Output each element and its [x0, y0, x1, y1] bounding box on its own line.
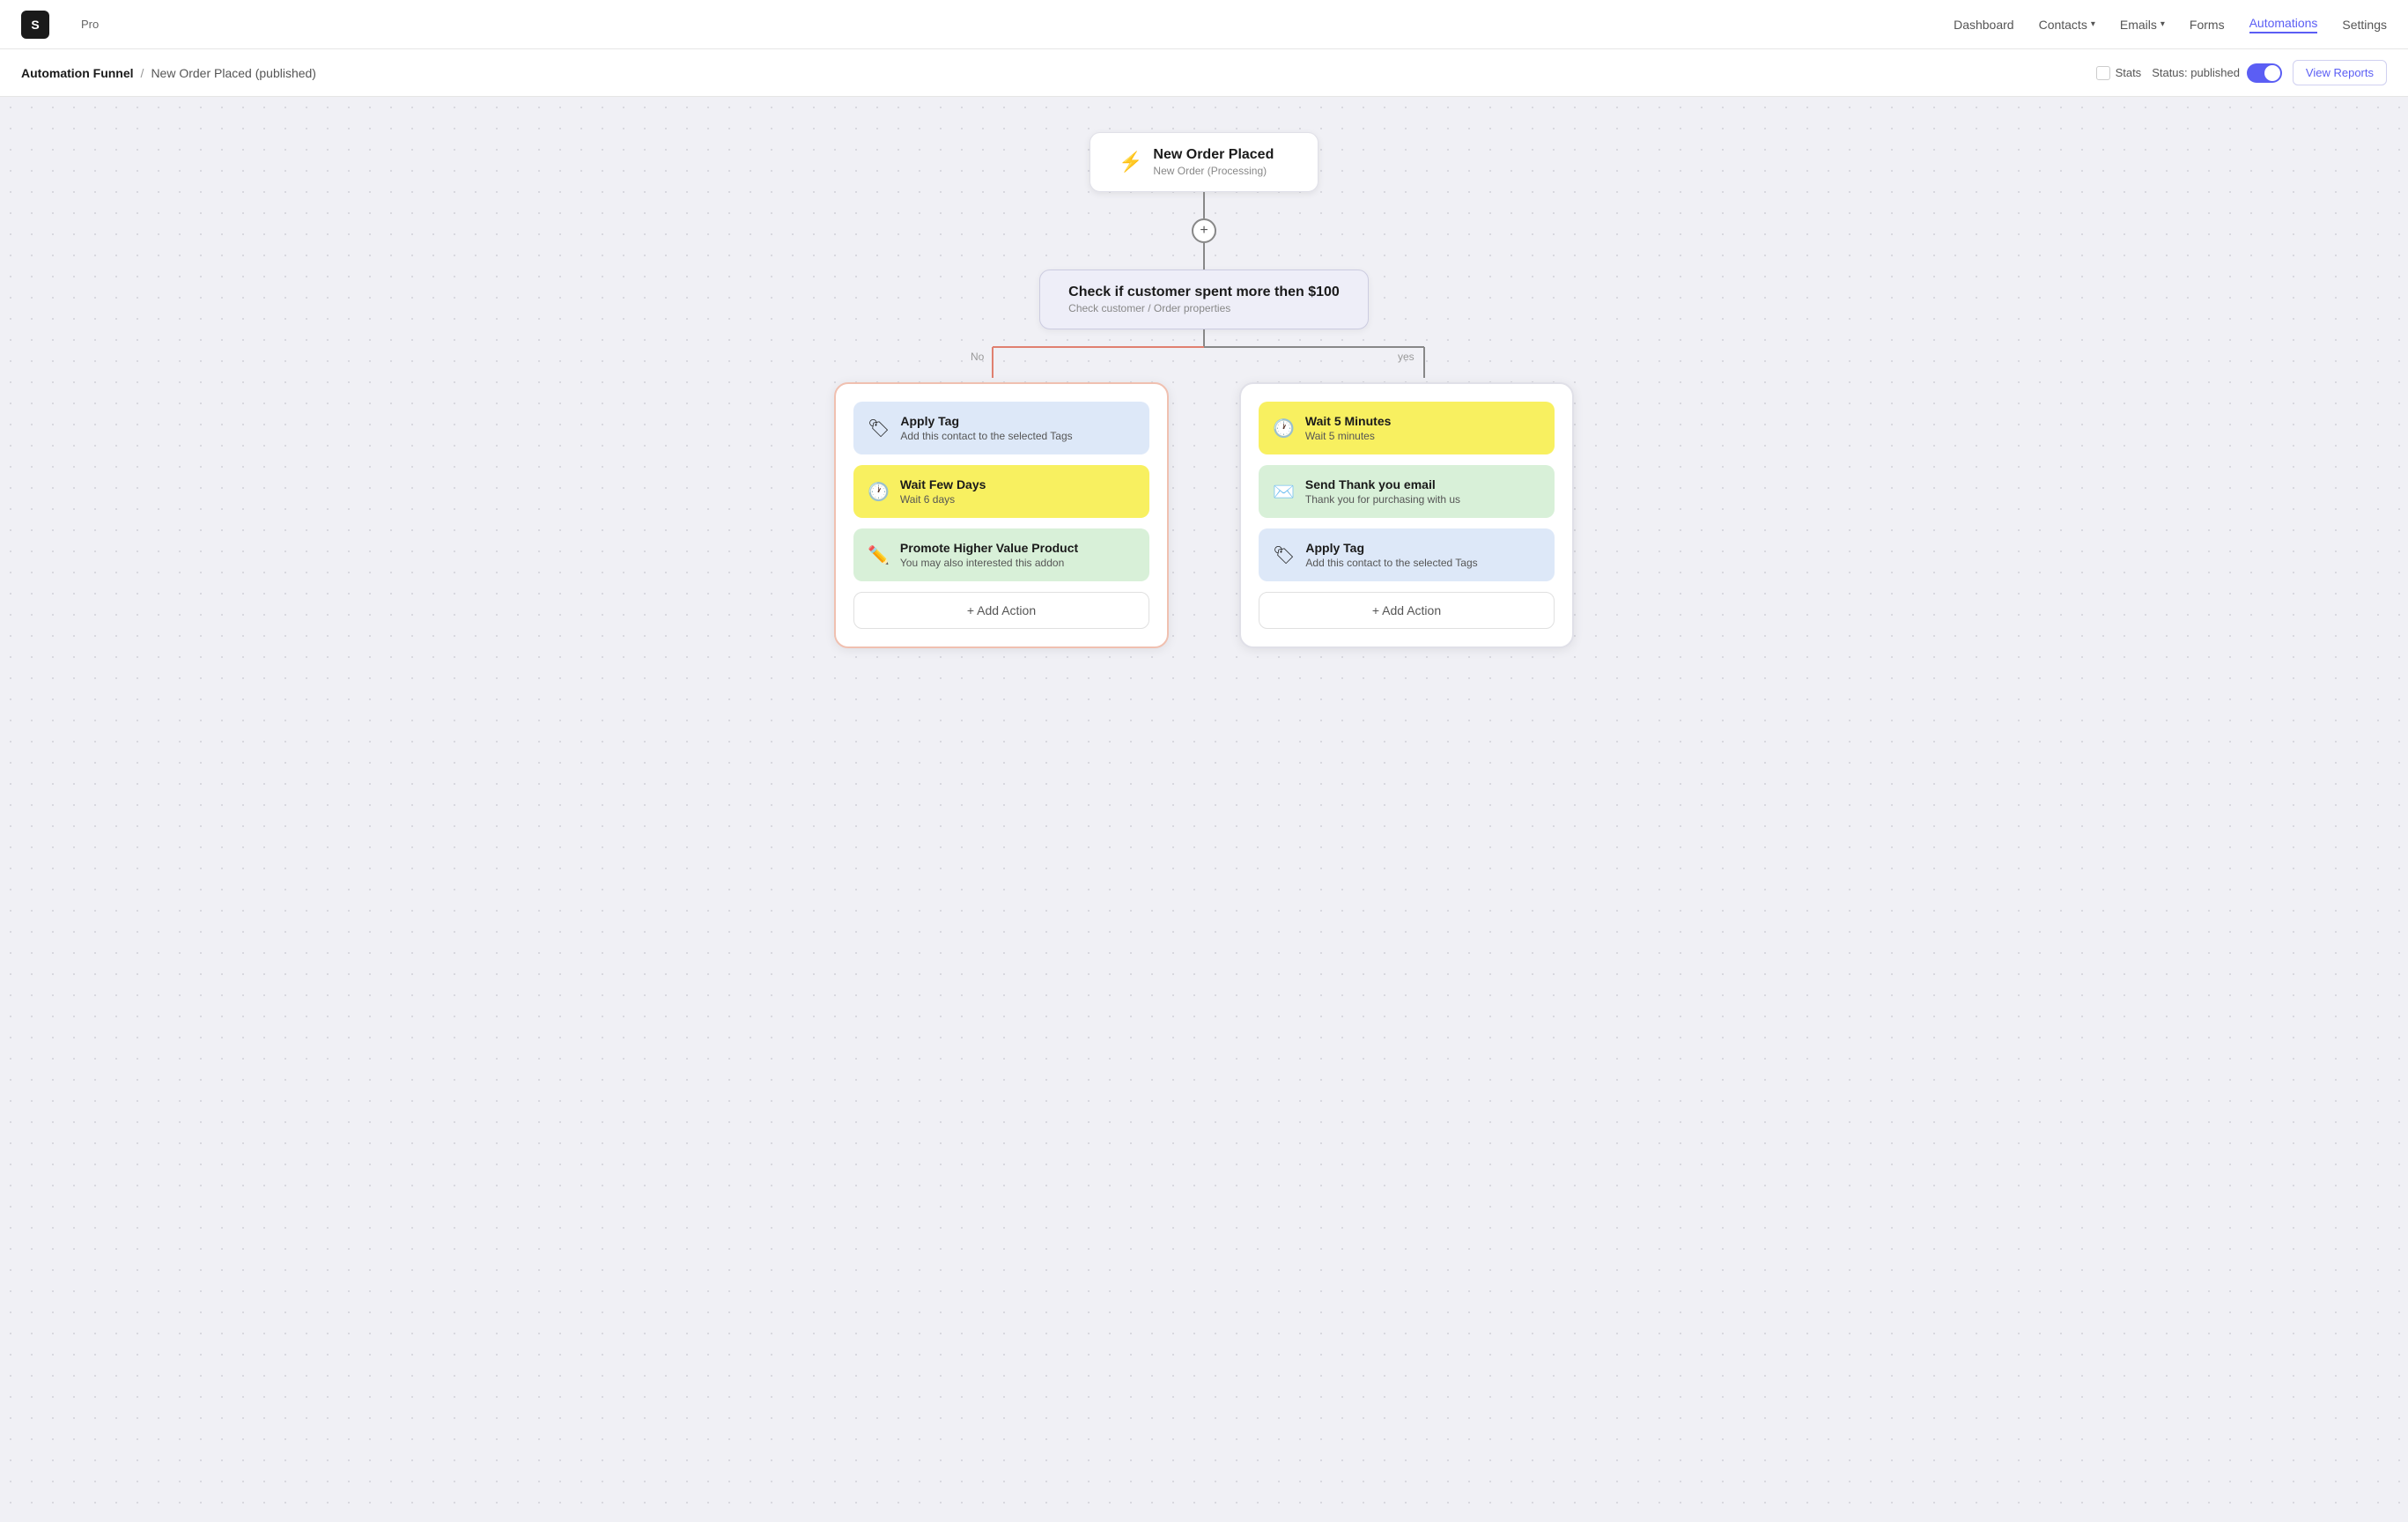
action-subtitle-thankyou-right: Thank you for purchasing with us — [1305, 493, 1460, 506]
logo-text: S — [31, 18, 39, 32]
branch-no-label: No — [971, 351, 984, 363]
action-card-content-2: Wait Few Days Wait 6 days — [900, 477, 986, 506]
branch-connection-area: No yes — [808, 329, 1600, 382]
breadcrumb-separator: / — [141, 66, 144, 80]
app-logo[interactable]: S — [21, 11, 49, 39]
connector-line-2 — [1203, 243, 1205, 270]
action-card-wait5-right[interactable]: 🕐 Wait 5 Minutes Wait 5 minutes — [1259, 402, 1555, 454]
action-subtitle-promote-left: You may also interested this addon — [900, 557, 1078, 569]
action-title-apply-tag-left: Apply Tag — [900, 414, 1072, 428]
condition-subtitle: Check customer / Order properties — [1068, 302, 1340, 314]
action-title-promote-left: Promote Higher Value Product — [900, 541, 1078, 555]
top-navigation: S Pro Dashboard Contacts ▾ Emails ▾ Form… — [0, 0, 2408, 49]
condition-node[interactable]: Check if customer spent more then $100 C… — [1039, 270, 1369, 329]
trigger-node-content: New Order Placed New Order (Processing) — [1153, 147, 1274, 177]
add-action-button-right[interactable]: + Add Action — [1259, 592, 1555, 629]
branches-row: 🏷 Apply Tag Add this contact to the sele… — [18, 382, 2390, 648]
action-card-thankyou-right[interactable]: ✉️ Send Thank you email Thank you for pu… — [1259, 465, 1555, 518]
nav-forms[interactable]: Forms — [2190, 18, 2225, 32]
action-card-content: Apply Tag Add this contact to the select… — [900, 414, 1072, 442]
action-card-apply-tag-right[interactable]: 🏷 Apply Tag Add this contact to the sele… — [1259, 528, 1555, 581]
breadcrumb-bar: Automation Funnel / New Order Placed (pu… — [0, 49, 2408, 97]
trigger-icon: ⚡ — [1119, 151, 1142, 174]
view-reports-button[interactable]: View Reports — [2293, 60, 2387, 85]
trigger-subtitle: New Order (Processing) — [1153, 165, 1274, 177]
stats-label: Stats — [2116, 66, 2142, 79]
action-subtitle-wait5-right: Wait 5 minutes — [1305, 430, 1392, 442]
action-card-wait-days-left[interactable]: 🕐 Wait Few Days Wait 6 days — [853, 465, 1149, 518]
automation-canvas: ⚡ New Order Placed New Order (Processing… — [0, 97, 2408, 1522]
nav-dashboard[interactable]: Dashboard — [1954, 18, 2014, 32]
action-card-content-3: Promote Higher Value Product You may als… — [900, 541, 1078, 569]
action-card-promote-left[interactable]: ✏️ Promote Higher Value Product You may … — [853, 528, 1149, 581]
breadcrumb-current: New Order Placed (published) — [151, 66, 316, 80]
breadcrumb-root[interactable]: Automation Funnel — [21, 66, 134, 80]
nav-contacts[interactable]: Contacts ▾ — [2039, 18, 2095, 32]
branch-lines-svg — [808, 329, 1600, 382]
status-wrapper: Status: published — [2152, 63, 2282, 83]
nav-links: Dashboard Contacts ▾ Emails ▾ Forms Auto… — [1954, 16, 2387, 33]
stats-toggle-wrapper: Stats — [2096, 66, 2142, 80]
wait5-icon-right: 🕐 — [1273, 417, 1295, 440]
thankyou-icon-right: ✉️ — [1273, 481, 1295, 503]
apply-tag-icon-right: 🏷 — [1273, 544, 1295, 566]
promote-icon-left: ✏️ — [868, 544, 890, 566]
action-card-content-r3: Apply Tag Add this contact to the select… — [1305, 541, 1477, 569]
nav-automations[interactable]: Automations — [2249, 16, 2318, 33]
pro-label: Pro — [81, 18, 99, 31]
connector-line-1 — [1203, 192, 1205, 218]
breadcrumb-actions: Stats Status: published View Reports — [2096, 60, 2387, 85]
stats-checkbox[interactable] — [2096, 66, 2110, 80]
add-step-button-1[interactable]: + — [1192, 218, 1216, 243]
action-subtitle-wait-days-left: Wait 6 days — [900, 493, 986, 506]
left-branch-panel: 🏷 Apply Tag Add this contact to the sele… — [834, 382, 1169, 648]
apply-tag-icon-left: 🏷 — [868, 417, 890, 440]
contacts-chevron-icon: ▾ — [2091, 19, 2095, 29]
condition-title: Check if customer spent more then $100 — [1068, 284, 1340, 300]
action-card-content-r2: Send Thank you email Thank you for purch… — [1305, 477, 1460, 506]
nav-emails[interactable]: Emails ▾ — [2120, 18, 2165, 32]
condition-node-content: Check if customer spent more then $100 C… — [1068, 284, 1340, 314]
action-card-apply-tag-left[interactable]: 🏷 Apply Tag Add this contact to the sele… — [853, 402, 1149, 454]
action-subtitle-apply-tag-right: Add this contact to the selected Tags — [1305, 557, 1477, 569]
action-title-apply-tag-right: Apply Tag — [1305, 541, 1477, 555]
action-title-wait-days-left: Wait Few Days — [900, 477, 986, 491]
breadcrumb: Automation Funnel / New Order Placed (pu… — [21, 66, 316, 80]
right-branch-panel: 🕐 Wait 5 Minutes Wait 5 minutes ✉️ Send … — [1239, 382, 1574, 648]
branch-yes-label: yes — [1398, 351, 1415, 363]
wait-days-icon-left: 🕐 — [868, 481, 890, 503]
action-title-wait5-right: Wait 5 Minutes — [1305, 414, 1392, 428]
emails-chevron-icon: ▾ — [2161, 19, 2165, 29]
action-subtitle-apply-tag-left: Add this contact to the selected Tags — [900, 430, 1072, 442]
add-action-button-left[interactable]: + Add Action — [853, 592, 1149, 629]
trigger-title: New Order Placed — [1153, 147, 1274, 163]
action-card-content-r1: Wait 5 Minutes Wait 5 minutes — [1305, 414, 1392, 442]
nav-settings[interactable]: Settings — [2342, 18, 2387, 32]
action-title-thankyou-right: Send Thank you email — [1305, 477, 1460, 491]
status-toggle[interactable] — [2247, 63, 2282, 83]
trigger-node[interactable]: ⚡ New Order Placed New Order (Processing… — [1090, 132, 1318, 192]
status-text: Status: published — [2152, 66, 2240, 79]
